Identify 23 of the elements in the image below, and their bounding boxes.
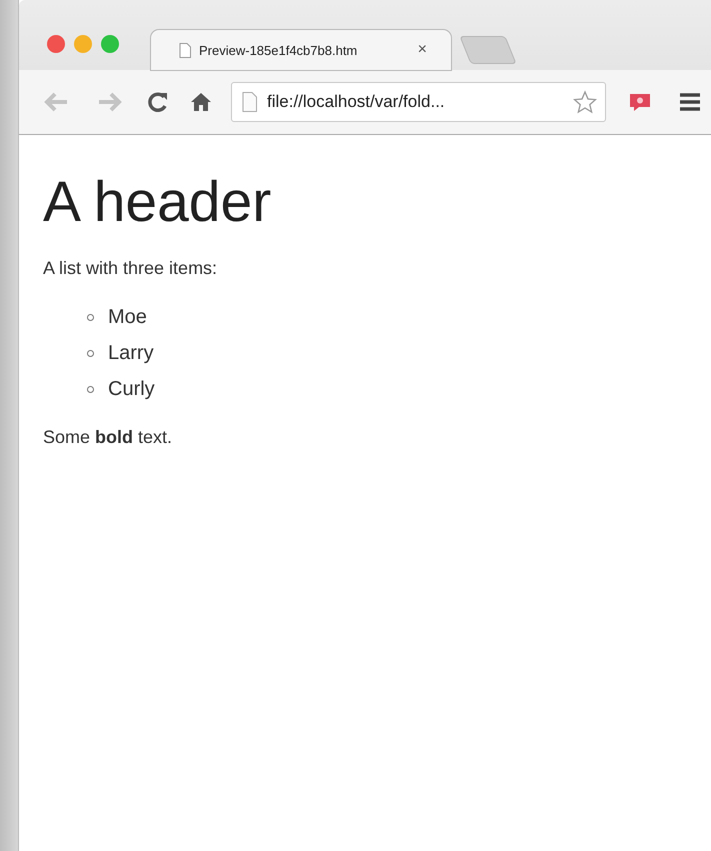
close-window-icon[interactable] (47, 35, 65, 53)
page-heading: A header (43, 169, 272, 236)
reload-icon[interactable] (147, 91, 169, 113)
menu-icon[interactable] (680, 93, 700, 111)
document-icon (179, 42, 191, 58)
maximize-window-icon[interactable] (101, 35, 119, 53)
list-item: Larry (108, 342, 154, 365)
intro-text: A list with three items: (43, 258, 218, 280)
list-item: Moe (108, 306, 147, 329)
browser-tab[interactable]: Preview-185e1f4cb7b8.htm × (151, 30, 451, 70)
bullet-icon (87, 386, 94, 393)
bullet-icon (87, 314, 94, 321)
address-bar[interactable]: file://localhost/var/fold... (231, 82, 606, 122)
tab-title: Preview-185e1f4cb7b8.htm (199, 42, 358, 58)
home-icon[interactable] (191, 92, 211, 112)
list-item: Curly (108, 378, 155, 401)
body-text: Some bold text. (43, 427, 174, 448)
bullet-icon (87, 350, 94, 357)
star-icon[interactable] (573, 90, 597, 114)
url-text: file://localhost/var/fold... (267, 92, 446, 112)
document-icon (242, 92, 257, 112)
minimize-window-icon[interactable] (74, 35, 92, 53)
close-tab-button[interactable]: × (418, 41, 427, 59)
